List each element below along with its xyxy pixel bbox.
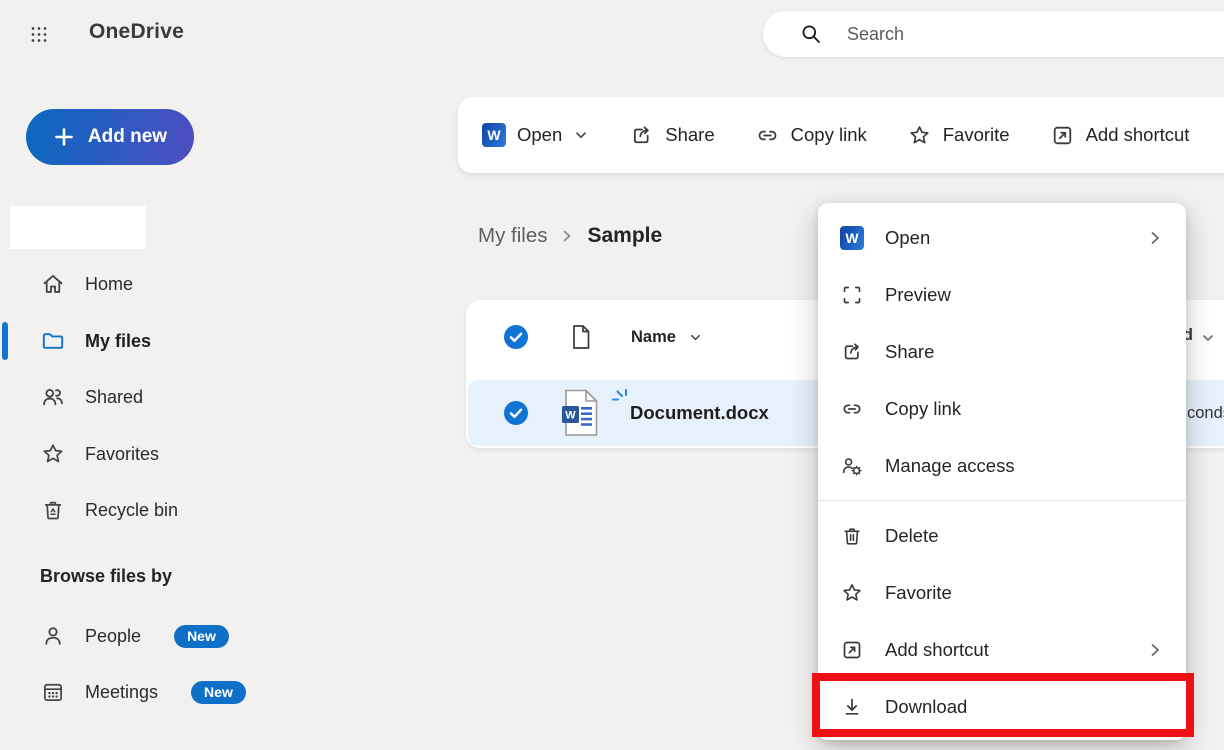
new-badge: New	[174, 625, 229, 648]
menu-item-label: Delete	[885, 525, 938, 547]
toolbar-favorite-button[interactable]: Favorite	[907, 123, 1010, 148]
breadcrumb: My files Sample	[478, 224, 662, 248]
file-name[interactable]: Document.docx	[630, 402, 769, 423]
submenu-chevron-icon	[1146, 229, 1164, 247]
waffle-icon	[30, 21, 48, 48]
menu-item-copy-link[interactable]: Copy link	[818, 380, 1186, 437]
menu-item-open[interactable]: W Open	[818, 209, 1186, 266]
menu-item-delete[interactable]: Delete	[818, 507, 1186, 564]
file-modified-fragment: conds ago	[1187, 404, 1224, 423]
recycle-bin-icon	[40, 497, 66, 523]
menu-item-label: Copy link	[885, 398, 961, 420]
toolbar-open-label: Open	[517, 124, 562, 146]
add-new-label: Add new	[88, 126, 167, 148]
app-launcher-waffle-icon[interactable]	[24, 19, 54, 49]
menu-item-favorite[interactable]: Favorite	[818, 564, 1186, 621]
toolbar-add-shortcut-label: Add shortcut	[1086, 124, 1190, 146]
toolbar-add-shortcut-button[interactable]: Add shortcut	[1050, 123, 1190, 148]
toolbar-share-label: Share	[665, 124, 714, 146]
folder-icon	[40, 328, 66, 354]
word-app-icon: W	[840, 226, 864, 250]
breadcrumb-chevron-icon	[559, 228, 575, 244]
star-icon	[40, 441, 66, 467]
browse-files-by-heading: Browse files by	[40, 566, 172, 587]
menu-item-add-shortcut[interactable]: Add shortcut	[818, 621, 1186, 678]
search-placeholder: Search	[847, 24, 904, 45]
plus-icon	[53, 126, 75, 148]
download-icon	[840, 695, 864, 719]
sidebar-item-my-files[interactable]: My files	[40, 321, 151, 361]
toolbar-open-button[interactable]: W Open	[482, 123, 589, 147]
manage-access-icon	[840, 454, 864, 478]
word-file-icon: W	[559, 388, 601, 438]
menu-item-label: Preview	[885, 284, 951, 306]
redacted-account-label	[10, 206, 146, 249]
menu-divider	[818, 500, 1186, 501]
add-shortcut-icon	[1050, 123, 1075, 148]
calendar-icon	[40, 679, 66, 705]
star-icon	[840, 581, 864, 605]
sidebar-item-label: Shared	[85, 387, 143, 408]
sidebar-item-people[interactable]: People New	[40, 616, 229, 656]
link-icon	[840, 397, 864, 421]
menu-item-label: Share	[885, 341, 934, 363]
star-icon	[907, 123, 932, 148]
sidebar-item-recycle-bin[interactable]: Recycle bin	[40, 490, 178, 530]
menu-item-label: Open	[885, 227, 930, 249]
preview-icon	[840, 283, 864, 307]
sidebar-item-label: Home	[85, 274, 133, 295]
sidebar-item-shared[interactable]: Shared	[40, 377, 143, 417]
menu-item-download[interactable]: Download	[818, 678, 1186, 735]
menu-item-label: Manage access	[885, 455, 1015, 477]
menu-item-label: Download	[885, 696, 967, 718]
sidebar-item-label: People	[85, 626, 141, 647]
row-checked-icon[interactable]	[503, 400, 529, 426]
person-icon	[40, 623, 66, 649]
share-icon	[840, 340, 864, 364]
people-pair-icon	[40, 384, 66, 410]
toolbar-share-button[interactable]: Share	[629, 123, 714, 148]
link-icon	[755, 123, 780, 148]
toolbar-favorite-label: Favorite	[943, 124, 1010, 146]
sort-chevron-icon[interactable]	[688, 330, 703, 345]
selected-nav-indicator	[2, 322, 8, 360]
command-toolbar: W Open Share Copy link Favorite	[458, 97, 1224, 173]
onedrive-window: OneDrive Search Add new Home My files	[0, 0, 1224, 750]
document-type-icon	[569, 324, 593, 350]
sidebar-item-home[interactable]: Home	[40, 264, 133, 304]
sidebar-item-meetings[interactable]: Meetings New	[40, 672, 246, 712]
sort-chevron-icon	[1200, 330, 1216, 346]
sidebar-item-favorites[interactable]: Favorites	[40, 434, 159, 474]
breadcrumb-current: Sample	[587, 224, 662, 248]
breadcrumb-parent[interactable]: My files	[478, 224, 547, 248]
menu-item-manage-access[interactable]: Manage access	[818, 437, 1186, 494]
submenu-chevron-icon	[1146, 641, 1164, 659]
svg-text:W: W	[565, 410, 576, 422]
toolbar-copy-link-button[interactable]: Copy link	[755, 123, 867, 148]
add-shortcut-icon	[840, 638, 864, 662]
context-menu: W Open Preview Share Copy link	[818, 203, 1186, 740]
sidebar-item-label: My files	[85, 331, 151, 352]
menu-item-label: Favorite	[885, 582, 952, 604]
column-header-name[interactable]: Name	[631, 328, 676, 347]
toolbar-copy-link-label: Copy link	[791, 124, 867, 146]
select-all-checked-icon[interactable]	[503, 324, 529, 350]
home-icon	[40, 271, 66, 297]
trash-icon	[840, 524, 864, 548]
menu-item-preview[interactable]: Preview	[818, 266, 1186, 323]
sidebar-item-label: Recycle bin	[85, 500, 178, 521]
new-badge: New	[191, 681, 246, 704]
menu-item-label: Add shortcut	[885, 639, 989, 661]
search-input[interactable]: Search	[763, 11, 1224, 57]
sidebar-item-label: Favorites	[85, 444, 159, 465]
app-title: OneDrive	[89, 20, 184, 44]
add-new-button[interactable]: Add new	[26, 109, 194, 165]
click-spark-icon	[612, 389, 630, 405]
search-icon	[799, 22, 823, 46]
menu-item-share[interactable]: Share	[818, 323, 1186, 380]
sidebar-item-label: Meetings	[85, 682, 158, 703]
word-app-icon: W	[482, 123, 506, 147]
share-icon	[629, 123, 654, 148]
chevron-down-icon	[573, 127, 589, 143]
